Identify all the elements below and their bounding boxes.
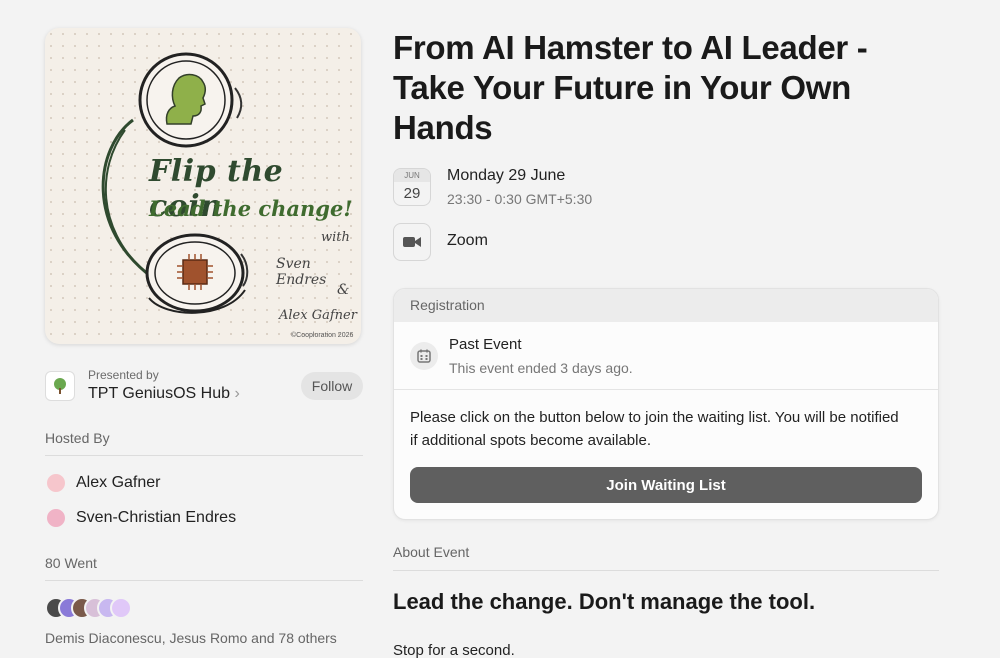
about-heading: Lead the change. Don't manage the tool. xyxy=(393,589,816,614)
event-title: From AI Hamster to AI Leader - Take Your… xyxy=(393,29,868,146)
chevron-right-icon: › xyxy=(234,385,240,402)
about-event-label: About Event xyxy=(393,544,470,560)
cover-with: with xyxy=(321,230,350,245)
attendee-divider xyxy=(45,580,363,581)
cover-name-2: Alex Gafner xyxy=(279,308,357,323)
event-date: Monday 29 June xyxy=(447,167,566,184)
past-event-title: Past Event xyxy=(449,336,522,353)
past-event-subtitle: This event ended 3 days ago. xyxy=(449,360,633,376)
attendee-avatars[interactable] xyxy=(45,597,165,621)
date-day: 29 xyxy=(403,185,421,202)
hosted-by-label: Hosted By xyxy=(45,430,110,446)
left-column: Flip the coin Lead the change! with Sven… xyxy=(45,28,363,646)
avatar xyxy=(110,597,132,619)
presenter-row: Presented by TPT GeniusOS Hub › Follow xyxy=(45,366,363,410)
event-cover-image: Flip the coin Lead the change! with Sven… xyxy=(45,28,361,344)
presenter-link[interactable]: TPT GeniusOS Hub › xyxy=(88,385,240,403)
calendar-icon xyxy=(410,342,438,370)
calendar-icon: JUN 29 xyxy=(393,168,431,206)
about-body: Stop for a second. xyxy=(393,642,515,658)
presented-by-label: Presented by xyxy=(88,368,159,382)
avatar xyxy=(45,472,67,494)
host-name: Sven-Christian Endres xyxy=(76,509,237,526)
event-time: 23:30 - 0:30 GMT+5:30 xyxy=(447,191,593,207)
right-column: From AI Hamster to AI Leader - Take Your… xyxy=(393,28,939,658)
waitlist-message: Please click on the button below to join… xyxy=(410,409,899,449)
cover-copyright: ©Cooploration 2026 xyxy=(291,332,354,339)
about-divider xyxy=(393,570,939,571)
event-location: Zoom xyxy=(447,232,488,249)
cover-subtitle: Lead the change! xyxy=(149,196,353,221)
presenter-name: TPT GeniusOS Hub xyxy=(88,385,230,402)
join-waiting-list-button[interactable]: Join Waiting List xyxy=(410,467,922,503)
host-row[interactable]: Alex Gafner xyxy=(45,471,160,495)
registration-card: Registration Past Event This event ended… xyxy=(393,288,939,520)
follow-button[interactable]: Follow xyxy=(301,372,363,400)
date-month: JUN xyxy=(394,169,430,182)
avatar xyxy=(45,507,67,529)
cover-ampersand: & xyxy=(337,282,350,298)
host-row[interactable]: Sven-Christian Endres xyxy=(45,506,236,530)
attendee-count: 80 Went xyxy=(45,555,97,571)
attendee-summary[interactable]: Demis Diaconescu, Jesus Romo and 78 othe… xyxy=(45,630,337,646)
host-name: Alex Gafner xyxy=(76,474,161,491)
hosted-divider xyxy=(45,455,363,456)
registration-header: Registration xyxy=(394,289,938,322)
card-divider xyxy=(394,389,938,390)
video-camera-icon xyxy=(393,223,431,261)
tree-icon[interactable] xyxy=(45,371,75,401)
